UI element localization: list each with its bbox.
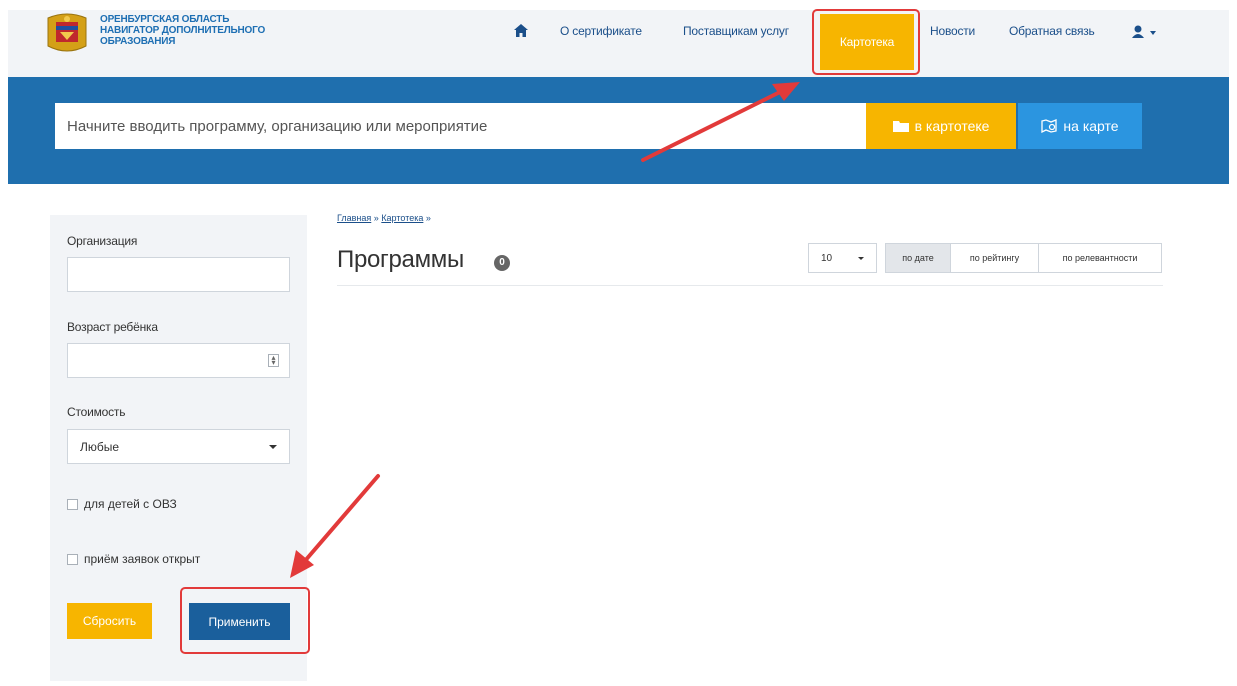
page-title: Программы (337, 246, 464, 273)
chevron-down-icon (858, 257, 864, 260)
map-icon (1041, 119, 1058, 133)
age-spinner[interactable]: ▴ ▾ (268, 354, 279, 367)
search-in-catalog-button[interactable]: в картотеке (866, 103, 1016, 149)
per-page-select[interactable]: 10 (808, 243, 877, 273)
breadcrumb-home[interactable]: Главная (337, 213, 371, 223)
apply-button[interactable]: Применить (189, 603, 290, 640)
site-logo-text[interactable]: ОРЕНБУРГСКАЯ ОБЛАСТЬ НАВИГАТОР ДОПОЛНИТЕ… (100, 14, 270, 47)
cost-selected-value: Любые (80, 440, 120, 454)
user-icon[interactable] (1132, 25, 1162, 39)
per-page-value: 10 (821, 253, 833, 264)
open-applications-checkbox-row[interactable]: приём заявок открыт (67, 552, 200, 566)
nav-providers[interactable]: Поставщикам услуг (683, 24, 789, 38)
reset-button[interactable]: Сбросить (67, 603, 152, 639)
ovz-checkbox-row[interactable]: для детей с ОВЗ (67, 497, 177, 511)
ovz-checkbox[interactable] (67, 498, 78, 510)
cost-label: Стоимость (67, 405, 126, 419)
search-on-map-label: на карте (1063, 118, 1119, 134)
sort-by-date[interactable]: по дате (885, 243, 951, 273)
breadcrumb-separator: » (425, 213, 431, 223)
age-label: Возраст ребёнка (67, 320, 158, 334)
chevron-down-icon (269, 445, 277, 449)
logo-line: НАВИГАТОР ДОПОЛНИТЕЛЬНОГО (100, 25, 266, 36)
open-applications-label: приём заявок открыт (84, 552, 201, 566)
search-in-catalog-label: в картотеке (914, 118, 990, 134)
logo-line: ОБРАЗОВАНИЯ (100, 36, 176, 47)
open-applications-checkbox[interactable] (67, 553, 78, 565)
age-field[interactable]: ▴ ▾ (67, 343, 290, 378)
organization-field[interactable] (67, 257, 290, 292)
search-on-map-button[interactable]: на карте (1018, 103, 1142, 149)
breadcrumb-separator: » (373, 213, 379, 223)
home-icon[interactable] (514, 24, 528, 37)
nav-feedback[interactable]: Обратная связь (1009, 24, 1095, 38)
sort-options: по дате по рейтингу по релевантности (885, 243, 1162, 273)
search-input[interactable] (55, 103, 867, 149)
folder-icon (892, 121, 909, 132)
sort-by-relevance[interactable]: по релевантности (1038, 243, 1162, 273)
nav-catalog[interactable]: Картотека (820, 14, 914, 70)
cost-select[interactable]: Любые (67, 429, 290, 464)
nav-about-certificate[interactable]: О сертификате (560, 24, 642, 38)
title-divider (337, 285, 1163, 286)
nav-news[interactable]: Новости (930, 24, 975, 38)
breadcrumb: Главная » Картотека » (337, 213, 431, 223)
sort-by-rating[interactable]: по рейтингу (950, 243, 1039, 273)
ovz-checkbox-label: для детей с ОВЗ (84, 497, 177, 511)
results-count-badge: 0 (494, 255, 510, 271)
coat-of-arms-logo[interactable] (44, 12, 90, 54)
organization-label: Организация (67, 234, 138, 248)
breadcrumb-catalog[interactable]: Картотека (381, 213, 423, 223)
logo-line: ОРЕНБУРГСКАЯ ОБЛАСТЬ (100, 14, 230, 25)
